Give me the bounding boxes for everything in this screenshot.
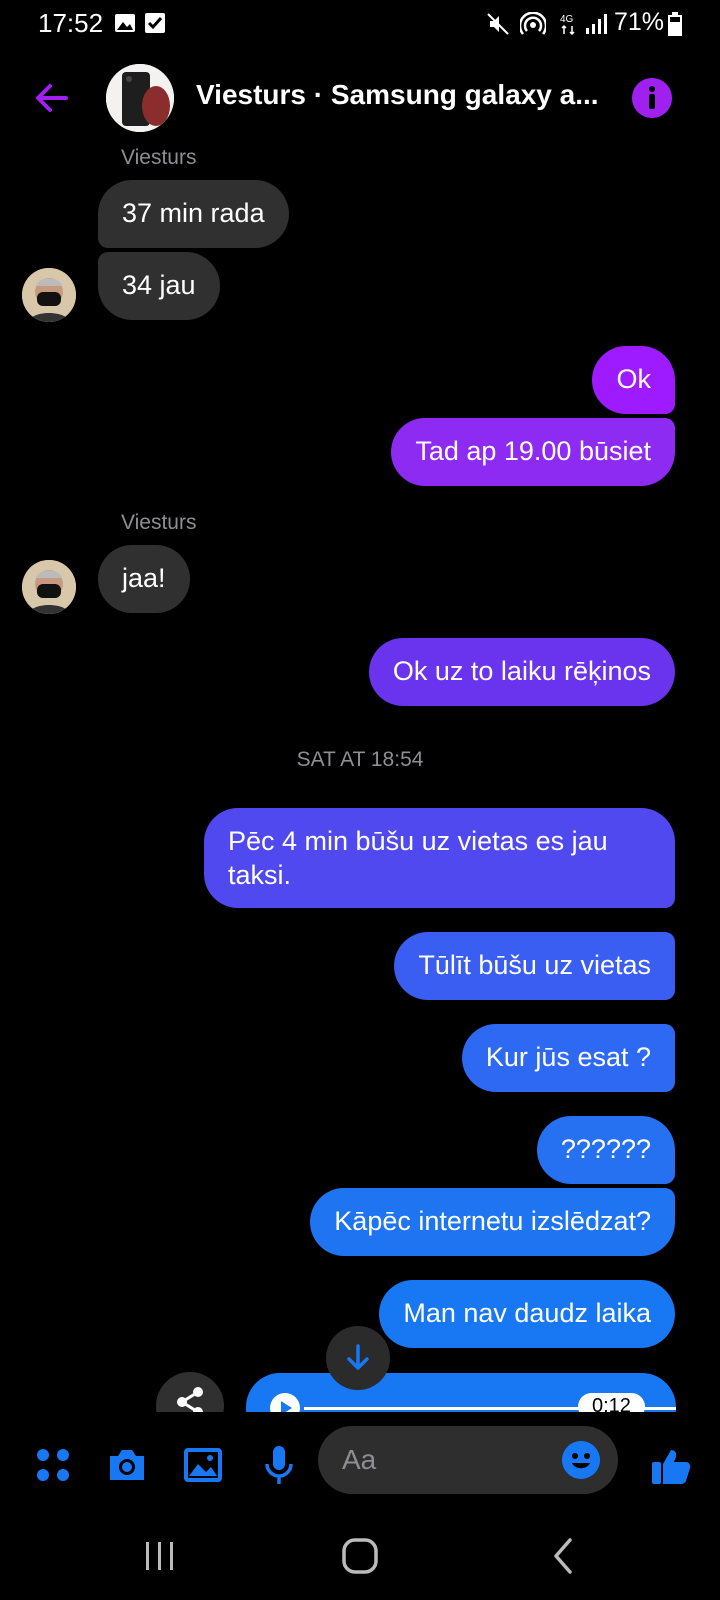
microphone-icon[interactable] bbox=[256, 1442, 302, 1488]
image-icon bbox=[115, 14, 135, 32]
date-separator: SAT AT 18:54 bbox=[296, 748, 424, 771]
thread-avatar[interactable] bbox=[106, 64, 174, 132]
thread-title[interactable]: Viesturs · Samsung galaxy a... bbox=[196, 79, 606, 111]
outgoing-message[interactable]: Kur jūs esat ? bbox=[461, 1024, 675, 1092]
sender-name: Viesturs bbox=[121, 146, 197, 169]
home-icon[interactable] bbox=[340, 1536, 380, 1576]
emoji-icon[interactable] bbox=[562, 1441, 600, 1479]
battery-percent: 71% bbox=[614, 8, 665, 36]
outgoing-message[interactable]: Ok bbox=[592, 346, 675, 414]
avatar[interactable] bbox=[22, 268, 76, 322]
outgoing-message[interactable]: ?????? bbox=[536, 1116, 675, 1184]
incoming-message[interactable]: 37 min rada bbox=[98, 180, 289, 248]
check-box-icon bbox=[145, 13, 165, 33]
outgoing-message[interactable]: Ok uz to laiku rēķinos bbox=[368, 638, 675, 706]
outgoing-message[interactable]: Pēc 4 min būšu uz vietas es jau taksi. bbox=[204, 808, 675, 908]
status-time: 17:52 bbox=[38, 8, 104, 38]
thumbs-up-icon[interactable] bbox=[648, 1442, 694, 1488]
person-avatar-icon bbox=[22, 268, 76, 322]
mute-icon bbox=[487, 13, 509, 35]
battery-icon bbox=[668, 12, 682, 36]
4g-icon: 4G bbox=[560, 14, 575, 36]
info-icon[interactable] bbox=[632, 78, 672, 118]
avatar[interactable] bbox=[22, 560, 76, 614]
hotspot-icon bbox=[520, 12, 546, 35]
message-input-placeholder: Aa bbox=[342, 1444, 377, 1475]
message-input[interactable]: Aa bbox=[318, 1426, 618, 1494]
outgoing-message[interactable]: Tad ap 19.00 būsiet bbox=[391, 418, 675, 486]
arrow-down-icon bbox=[347, 1344, 369, 1370]
person-avatar-icon bbox=[22, 560, 76, 614]
camera-icon[interactable] bbox=[104, 1442, 150, 1488]
signal-icon bbox=[586, 14, 607, 34]
message-line: Pēc 4 min būšu uz vietas es jau bbox=[228, 826, 608, 856]
incoming-message[interactable]: jaa! bbox=[98, 545, 190, 613]
phone-photo-icon bbox=[106, 64, 174, 132]
chat-header: Viesturs · Samsung galaxy a... bbox=[0, 60, 720, 138]
scroll-to-bottom-button[interactable] bbox=[326, 1326, 390, 1390]
status-bar: 17:52 4G 71% bbox=[0, 0, 720, 46]
svg-text:4G: 4G bbox=[560, 14, 574, 25]
composer-bar: Aa bbox=[0, 1420, 720, 1520]
arrow-left-icon[interactable] bbox=[30, 76, 74, 120]
gallery-icon[interactable] bbox=[180, 1442, 226, 1488]
recent-apps-icon[interactable] bbox=[140, 1536, 180, 1576]
sender-name: Viesturs bbox=[121, 511, 197, 534]
outgoing-message[interactable]: Kāpēc internetu izslēdzat? bbox=[310, 1188, 675, 1256]
message-line: taksi. bbox=[228, 860, 292, 890]
outgoing-message[interactable]: Tūlīt būšu uz vietas bbox=[394, 932, 675, 1000]
back-icon[interactable] bbox=[544, 1536, 584, 1576]
system-nav-bar bbox=[0, 1520, 720, 1600]
incoming-message[interactable]: 34 jau bbox=[98, 252, 220, 320]
apps-icon[interactable] bbox=[30, 1442, 76, 1488]
outgoing-message[interactable]: Man nav daudz laika bbox=[379, 1280, 675, 1348]
